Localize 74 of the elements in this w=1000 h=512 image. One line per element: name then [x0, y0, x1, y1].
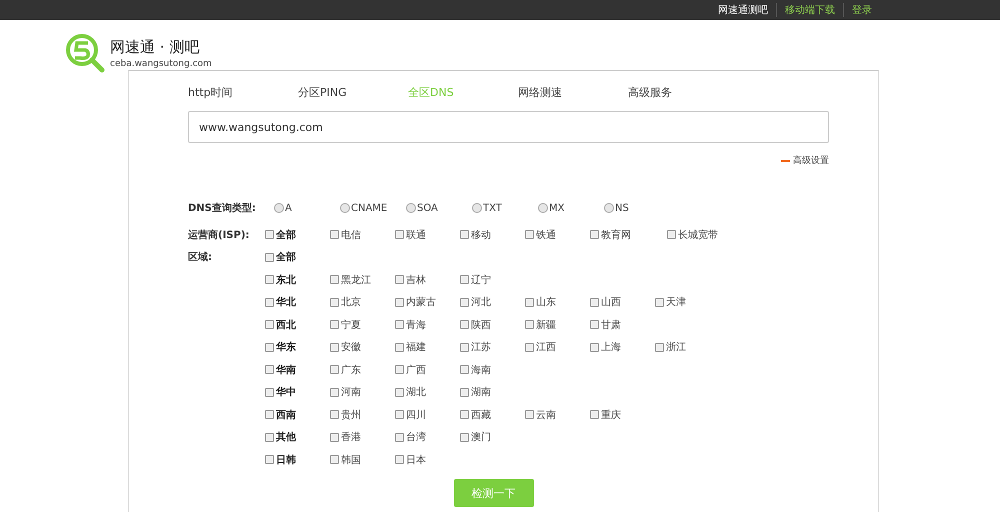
checkbox-option[interactable]: 香港 — [330, 430, 395, 444]
radio-option[interactable]: NS — [604, 202, 670, 214]
checkbox-option[interactable]: 青海 — [395, 318, 460, 332]
checkbox-option[interactable]: 西北 — [265, 318, 330, 332]
checkbox-option[interactable]: 日本 — [395, 452, 460, 467]
checkbox-option[interactable]: 云南 — [525, 408, 590, 422]
checkbox-option[interactable]: 内蒙古 — [395, 295, 460, 310]
radio-option[interactable]: SOA — [406, 202, 472, 214]
checkbox-option[interactable]: 湖南 — [460, 385, 525, 400]
url-input-field[interactable]: www.wangsutong.com — [188, 111, 829, 143]
nav-tab[interactable]: 高级服务 — [628, 85, 738, 100]
nav-tab[interactable]: 分区PING — [298, 85, 408, 100]
checkbox-option[interactable]: 北京 — [330, 295, 395, 310]
checkbox-option[interactable]: 长城宽带 — [667, 228, 732, 242]
nav-tab[interactable]: 网络测速 — [518, 85, 628, 100]
checkbox-option[interactable]: 山西 — [590, 295, 655, 310]
checkbox-option[interactable]: 贵州 — [330, 408, 395, 422]
checkbox-option[interactable]: 山东 — [525, 295, 590, 310]
checkbox-option[interactable]: 广西 — [395, 362, 460, 377]
checkbox-option[interactable]: 上海 — [590, 340, 655, 354]
checkbox-option[interactable]: 台湾 — [395, 430, 460, 444]
checkbox-option[interactable]: 吉林 — [395, 272, 460, 287]
checkbox-option[interactable]: 其他 — [265, 430, 330, 444]
checkbox-option[interactable]: 福建 — [395, 340, 460, 354]
radio-option[interactable]: TXT — [472, 202, 538, 214]
checkbox-option[interactable]: 东北 — [265, 272, 330, 287]
top-link[interactable]: 网速通测吧 — [710, 3, 776, 17]
checkbox-option[interactable]: 华东 — [265, 340, 330, 354]
logo-domain: ceba.wangsutong.com — [110, 58, 212, 68]
checkbox-option[interactable]: 湖北 — [395, 385, 460, 400]
checkbox-option[interactable]: 天津 — [655, 295, 720, 310]
checkbox-option[interactable]: 铁通 — [525, 228, 590, 242]
checkbox-option[interactable]: 浙江 — [655, 340, 720, 354]
checkbox-option[interactable]: 陕西 — [460, 318, 525, 332]
advanced-settings-link[interactable]: 高级设置 — [781, 154, 829, 167]
radio-option[interactable]: CNAME — [340, 202, 406, 214]
field-label: 运营商(ISP): — [188, 228, 250, 242]
checkbox-option[interactable]: 四川 — [395, 408, 460, 422]
checkbox-option[interactable]: 华北 — [265, 295, 330, 310]
checkbox-option[interactable]: 河南 — [330, 385, 395, 400]
field-label: DNS查询类型: — [188, 202, 257, 216]
nav-tab[interactable]: http时间 — [188, 85, 298, 100]
checkbox-option[interactable]: 日韩 — [265, 452, 330, 467]
checkbox-option[interactable]: 教育网 — [590, 228, 667, 242]
checkbox-option[interactable]: 全部 — [265, 228, 330, 242]
checkbox-option[interactable]: 辽宁 — [460, 272, 525, 287]
checkbox-option[interactable]: 江苏 — [460, 340, 525, 354]
checkbox-option[interactable]: 澳门 — [460, 430, 525, 444]
checkbox-option[interactable]: 华中 — [265, 385, 330, 400]
checkbox-option[interactable]: 宁夏 — [330, 318, 395, 332]
radio-option[interactable]: MX — [538, 202, 604, 214]
checkbox-option[interactable]: 新疆 — [525, 318, 590, 332]
logo-title: 网速通 · 测吧 — [110, 38, 200, 56]
checkbox-option[interactable]: 甘肃 — [590, 318, 655, 332]
checkbox-option[interactable]: 韩国 — [330, 452, 395, 467]
field-label: 区域: — [188, 250, 213, 264]
checkbox-option[interactable]: 华南 — [265, 362, 330, 377]
checkbox-option[interactable]: 海南 — [460, 362, 525, 377]
checkbox-option[interactable]: 联通 — [395, 228, 460, 242]
top-link[interactable]: 登录 — [844, 3, 880, 17]
checkbox-option[interactable]: 重庆 — [590, 408, 655, 422]
top-link[interactable]: 移动端下载 — [777, 3, 843, 17]
checkbox-option[interactable]: 移动 — [460, 228, 525, 242]
checkbox-option[interactable]: 江西 — [525, 340, 590, 354]
logo-icon — [64, 32, 106, 74]
radio-option[interactable]: A — [274, 202, 340, 214]
checkbox-option[interactable]: 广东 — [330, 362, 395, 377]
checkbox-option[interactable]: 西藏 — [460, 408, 525, 422]
checkbox-option[interactable]: 安徽 — [330, 340, 395, 354]
checkbox-option[interactable]: 全部 — [265, 250, 330, 264]
checkbox-option[interactable]: 电信 — [330, 228, 395, 242]
checkbox-option[interactable]: 河北 — [460, 295, 525, 310]
checkbox-option[interactable]: 西南 — [265, 408, 330, 422]
checkbox-option[interactable]: 黑龙江 — [330, 272, 395, 287]
